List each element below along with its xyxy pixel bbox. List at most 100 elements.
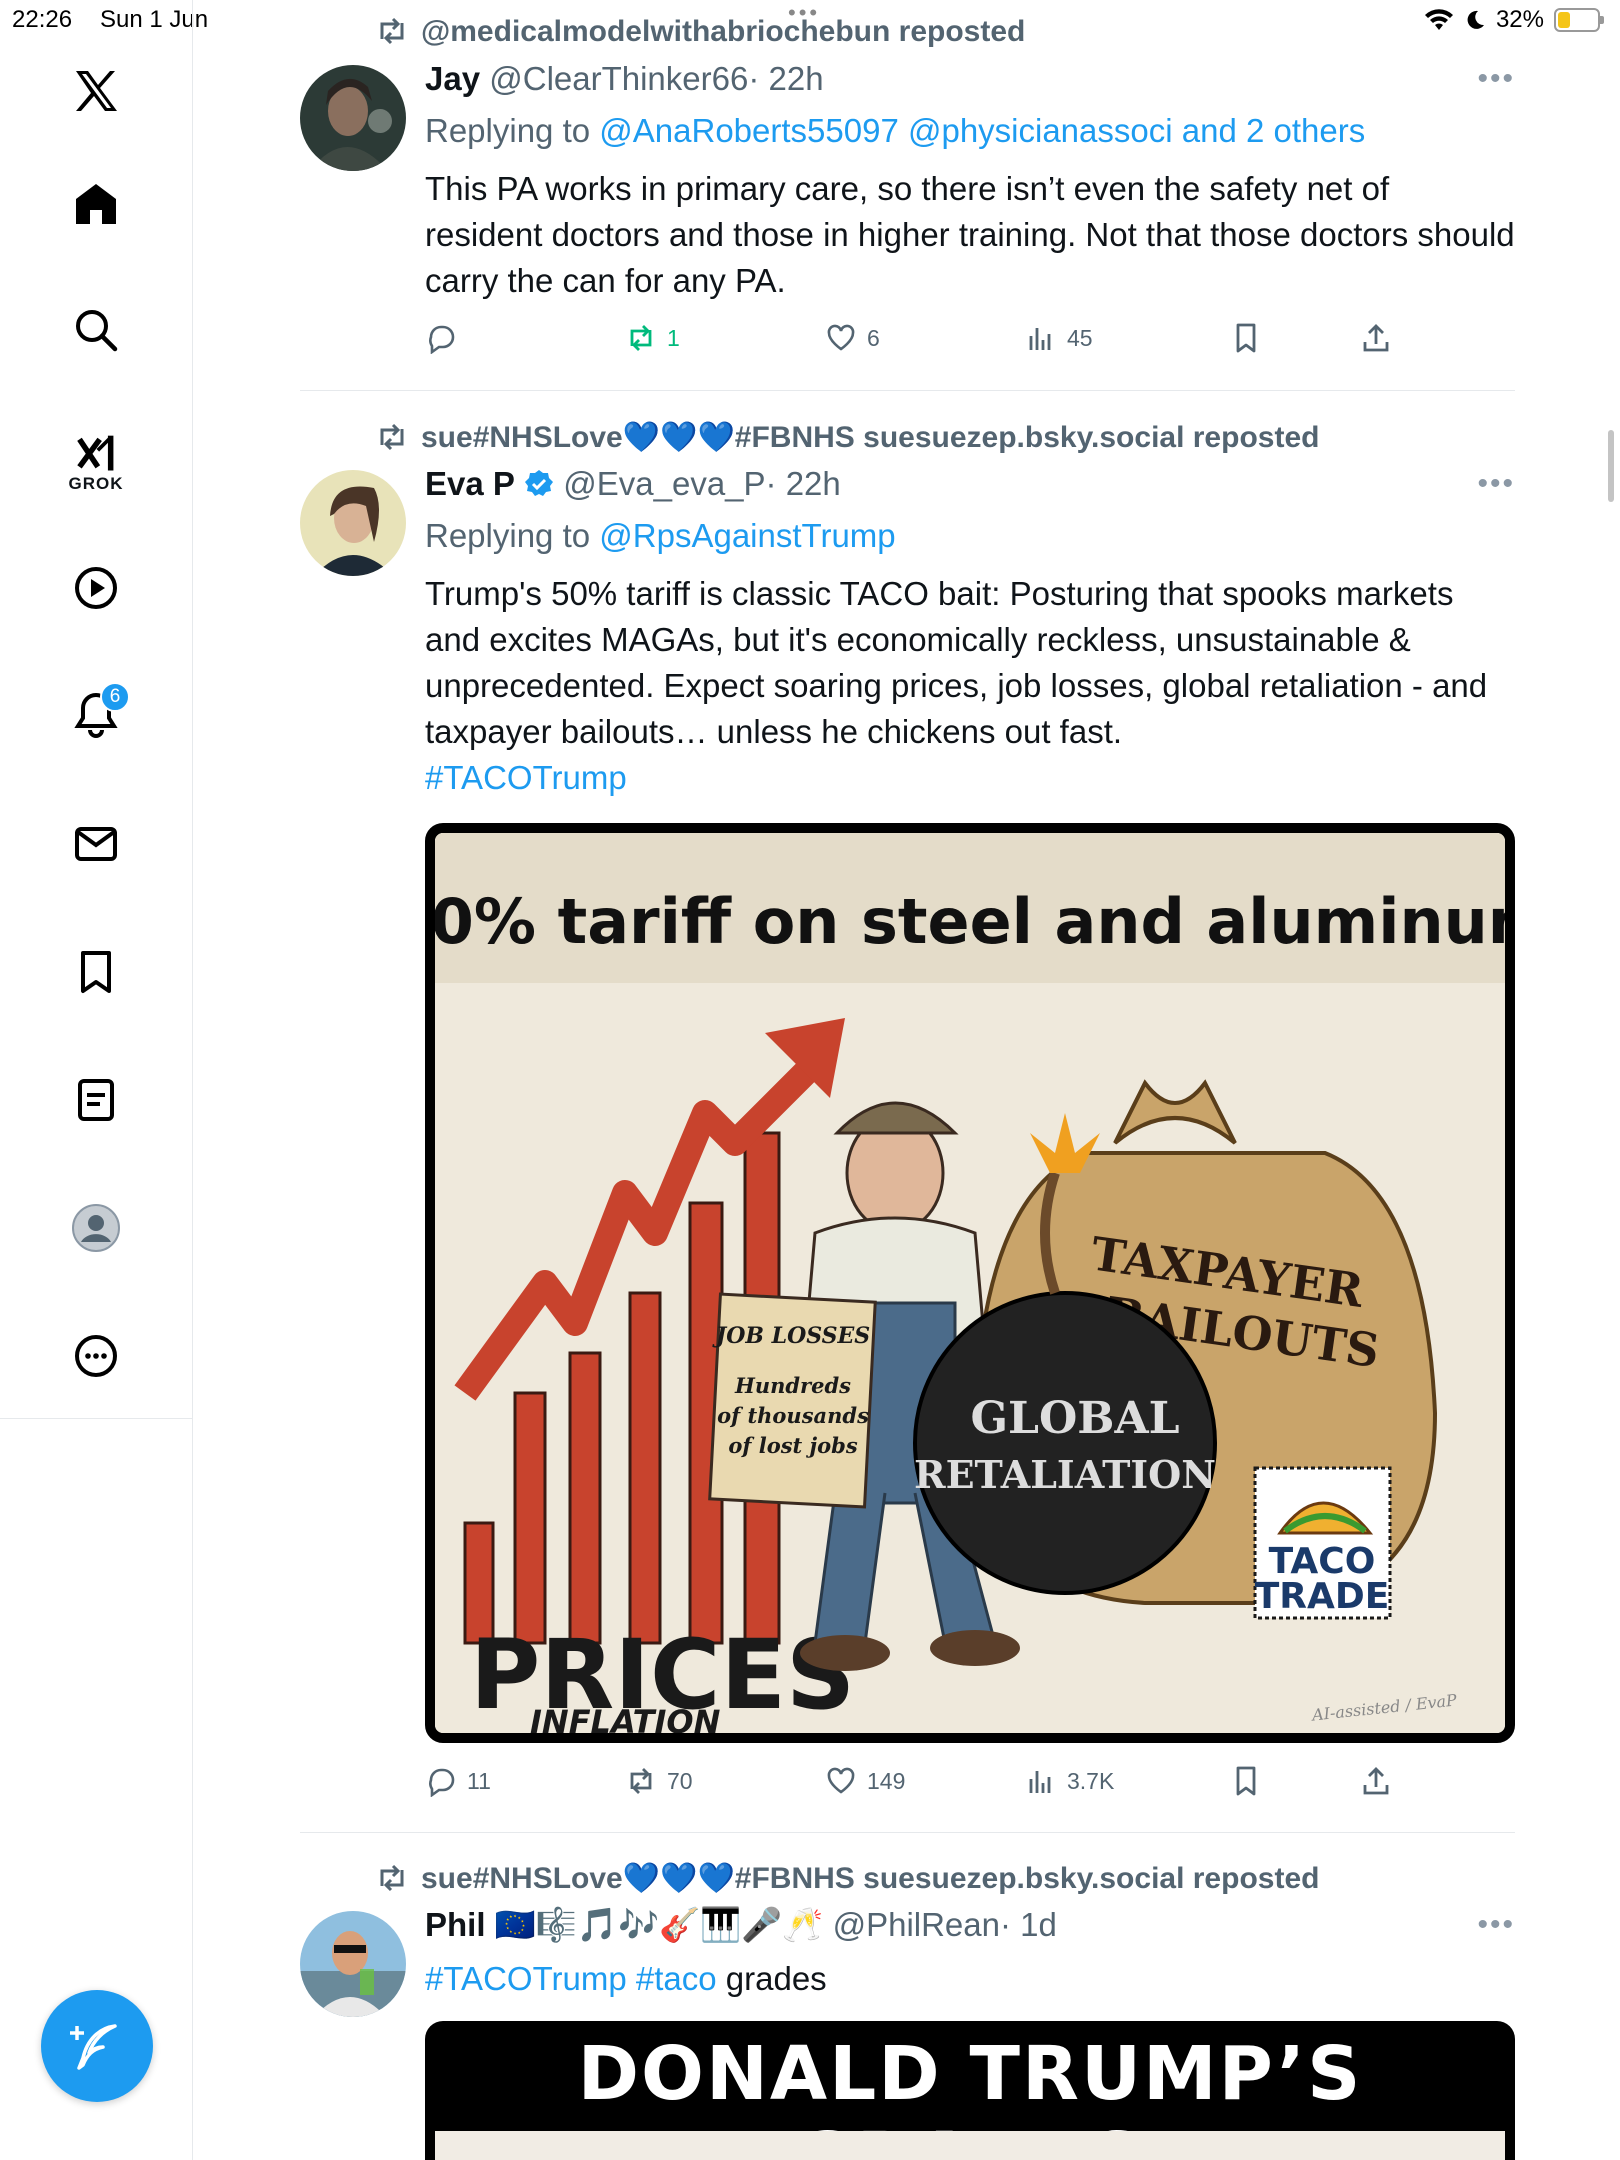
compose-button[interactable] [41, 1990, 153, 2102]
bookmark-icon [1236, 1766, 1256, 1796]
bomb-line-1: GLOBAL [970, 1393, 1179, 1444]
moon-icon [1467, 10, 1484, 29]
view-count: 3.7K [1067, 1767, 1115, 1794]
post-text-tail: grades [725, 1960, 827, 1997]
verified-badge-icon [525, 470, 554, 496]
heart-icon [827, 1767, 855, 1794]
post-actions: 11 70 149 3.7K [425, 1765, 1425, 1805]
repost-line: @medicalmodelwithabriochebun reposted [375, 15, 1025, 49]
post-time: · 22h [748, 60, 824, 97]
reply-button[interactable]: 11 [425, 1765, 491, 1797]
repost-icon [380, 1864, 404, 1892]
lists-icon[interactable] [60, 1064, 132, 1136]
hashtag-link[interactable]: #taco [636, 1960, 717, 1997]
replying-to: Replying to @RpsAgainstTrump [425, 517, 896, 555]
post-text: This PA works in primary care, so there … [425, 170, 1515, 299]
bookmark-button[interactable] [1230, 1765, 1262, 1797]
views-button[interactable]: 45 [1025, 322, 1093, 354]
post-divider [300, 390, 1515, 391]
repost-count: 1 [667, 324, 680, 351]
reply-icon [429, 325, 455, 354]
views-icon [1029, 328, 1051, 350]
bookmark-icon [1236, 323, 1256, 353]
repost-line: sue#NHSLove💙💙💙#FBNHS suesuezep.bsky.soci… [375, 420, 1319, 455]
more-options-icon[interactable]: ••• [1477, 467, 1515, 501]
replying-prefix: Replying to [425, 517, 600, 554]
views-button[interactable]: 3.7K [1025, 1765, 1114, 1797]
image-strip [435, 2131, 1505, 2160]
repost-button[interactable]: 1 [625, 322, 680, 354]
battery-percent: 32% [1495, 6, 1544, 33]
author-handle[interactable]: @Eva_eva_P [563, 465, 765, 502]
post-divider [300, 1832, 1515, 1833]
more-icon[interactable] [60, 1320, 132, 1392]
repost-button[interactable]: 70 [625, 1765, 693, 1797]
image-title: 50% tariff on steel and aluminum [435, 885, 1505, 958]
repost-icon [380, 423, 404, 451]
post-time: · 22h [765, 465, 841, 502]
grok-icon [77, 435, 114, 471]
author-name[interactable]: Jay [425, 60, 480, 97]
avatar[interactable] [300, 1911, 406, 2017]
repost-icon [380, 17, 404, 45]
x-logo-icon[interactable] [60, 55, 132, 127]
repost-line: sue#NHSLove💙💙💙#FBNHS suesuezep.bsky.soci… [375, 1861, 1319, 1896]
share-button[interactable] [1360, 1765, 1392, 1797]
bookmark-button[interactable] [1230, 322, 1262, 354]
sidebar: GROK 6 [0, 0, 193, 2160]
share-button[interactable] [1360, 322, 1392, 354]
avatar-jay-image [300, 65, 406, 171]
bookmarks-icon[interactable] [60, 936, 132, 1008]
messages-icon[interactable] [60, 808, 132, 880]
more-options-icon[interactable]: ••• [1477, 1908, 1515, 1942]
avatar[interactable] [300, 470, 406, 576]
like-button[interactable]: 149 [825, 1765, 905, 1797]
post-text: #TACOTrump #taco grades [425, 1956, 1515, 2002]
like-count: 6 [867, 324, 880, 351]
notifications-nav[interactable]: 6 [60, 678, 132, 750]
reply-count: 11 [467, 1767, 491, 1794]
repost-by: @medicalmodelwithabriochebun reposted [421, 15, 1026, 48]
grok-label: GROK [68, 474, 124, 493]
post-image[interactable]: 50% tariff on steel and aluminum PRICES … [425, 823, 1515, 1743]
post-header: Phil 🇪🇺🎼🎵🎶🎸🎹🎤🥂 @PhilRean· 1d [425, 1906, 1057, 1945]
avatar-eva-image [300, 470, 406, 576]
hashtag-link[interactable]: #TACOTrump [425, 759, 627, 796]
author-emojis: 🇪🇺🎼🎵🎶🎸🎹🎤🥂 [494, 1906, 824, 1943]
repost-icon [630, 325, 652, 351]
author-name[interactable]: Eva P [425, 465, 515, 502]
replying-prefix: Replying to [425, 112, 600, 149]
author-handle[interactable]: @PhilRean [833, 1906, 1000, 1943]
reply-button[interactable] [425, 322, 467, 354]
scroll-indicator[interactable] [1608, 430, 1614, 502]
reply-icon [429, 1768, 455, 1797]
post-time: · 1d [1000, 1906, 1057, 1943]
post-text-body: Trump's 50% tariff is classic TACO bait:… [425, 575, 1488, 750]
compose-feather-icon [70, 2024, 117, 2070]
avatar[interactable] [300, 65, 406, 171]
more-options-icon[interactable]: ••• [1477, 62, 1515, 96]
views-icon [1029, 1771, 1051, 1793]
battery-icon [1554, 8, 1604, 32]
post-header: Jay @ClearThinker66· 22h [425, 60, 824, 98]
video-icon[interactable] [60, 552, 132, 624]
grok-nav[interactable]: GROK [60, 418, 132, 508]
post-header: Eva P @Eva_eva_P· 22h [425, 465, 841, 503]
replying-to-link[interactable]: @AnaRoberts55097 @physicianassoci and 2 … [599, 112, 1365, 149]
taco-line-2: TRADE [1255, 1576, 1390, 1617]
profile-avatar-icon[interactable] [60, 1192, 132, 1264]
post-image[interactable]: DONALD TRUMP’S GRADES [425, 2021, 1515, 2160]
replying-to-link[interactable]: @RpsAgainstTrump [599, 517, 895, 554]
repost-count: 70 [667, 1767, 693, 1794]
wifi-icon [1424, 9, 1453, 31]
author-name[interactable]: Phil [425, 1906, 486, 1943]
sign-line-2: of thousands [717, 1403, 869, 1428]
search-icon[interactable] [60, 294, 132, 366]
image-inflation-label: INFLATION [530, 1703, 721, 1733]
home-icon[interactable] [60, 168, 132, 240]
sign-line-1: Hundreds [734, 1373, 851, 1398]
sign-line-3: of lost jobs [728, 1433, 857, 1458]
hashtag-link[interactable]: #TACOTrump [425, 1960, 627, 1997]
like-button[interactable]: 6 [825, 322, 880, 354]
author-handle[interactable]: @ClearThinker66 [489, 60, 748, 97]
